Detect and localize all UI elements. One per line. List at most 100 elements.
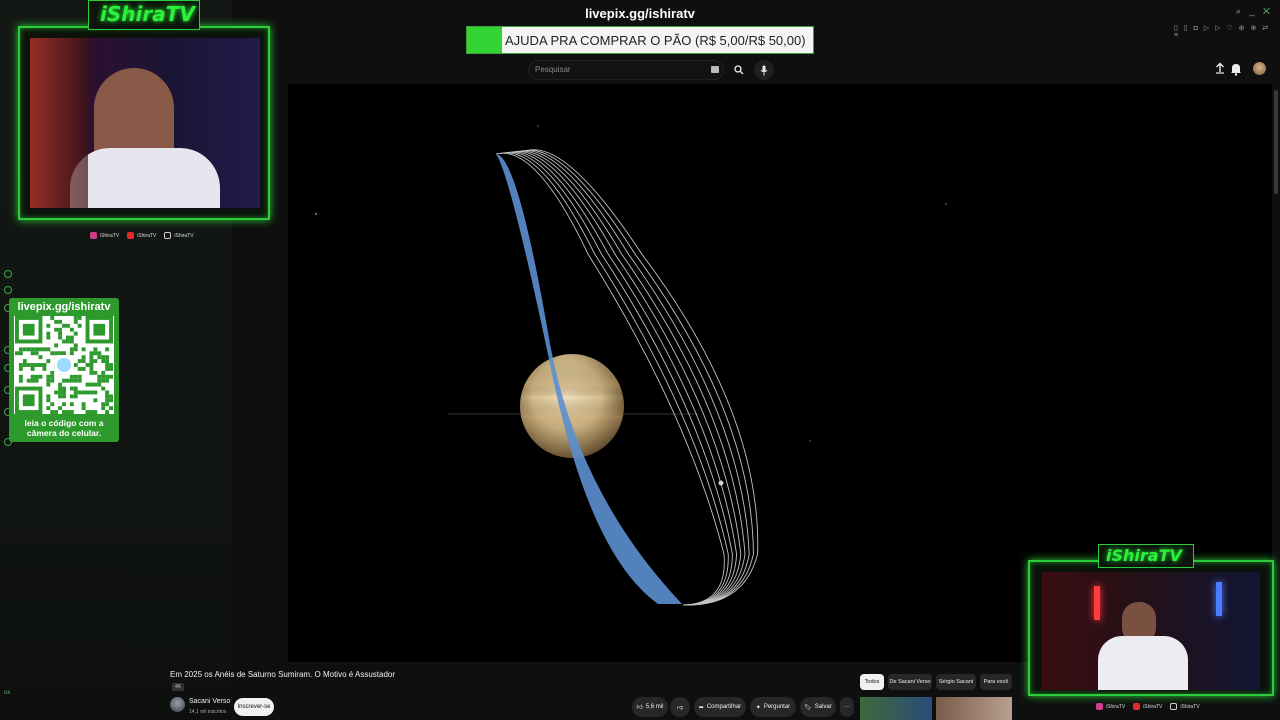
- donation-goal-bar: AJUDA PRA COMPRAR O PÃO (R$ 5,00/R$ 50,0…: [466, 26, 814, 54]
- subscribe-button[interactable]: Inscrever-se: [234, 698, 274, 716]
- notifications-icon[interactable]: [1230, 62, 1246, 78]
- qr-module: [50, 410, 55, 414]
- qr-module: [105, 374, 110, 379]
- subscriber-count: 14,1 mil inscritos: [189, 709, 227, 715]
- qr-module: [34, 347, 39, 352]
- qr-module: [77, 359, 82, 364]
- qr-module: [54, 327, 59, 332]
- donation-goal-text: AJUDA PRA COMPRAR O PÃO (R$ 5,00/R$ 50,0…: [505, 33, 806, 48]
- qr-module: [30, 378, 35, 383]
- account-avatar[interactable]: [1253, 62, 1266, 75]
- rail-icon[interactable]: [4, 270, 12, 278]
- social-label: iShiraTV: [1106, 703, 1126, 710]
- qr-module: [58, 382, 63, 387]
- channel-name[interactable]: Sacani Verso: [189, 698, 230, 705]
- qr-module: [54, 410, 59, 414]
- social-label: iShiraTV: [1143, 703, 1163, 710]
- qr-module: [50, 351, 55, 356]
- star: [945, 203, 947, 205]
- qr-module: [46, 323, 51, 328]
- search-input[interactable]: Pesquisar: [528, 60, 724, 80]
- social-label: iShiraTV: [174, 232, 194, 239]
- sparkle-icon: ✦: [755, 704, 761, 711]
- recommended-thumbnail[interactable]: [860, 697, 932, 720]
- save-button[interactable]: 🔖︎ Salvar: [800, 697, 836, 717]
- qr-module: [42, 363, 47, 367]
- recommended-thumbnail[interactable]: [936, 697, 1012, 720]
- share-button[interactable]: ➦ Compartilhar: [694, 697, 746, 717]
- qr-module: [77, 316, 82, 320]
- social-youtube: iShiraTV: [1133, 703, 1162, 710]
- search-button[interactable]: [730, 60, 748, 80]
- qr-module: [18, 363, 23, 367]
- qr-module: [73, 374, 78, 379]
- qr-module: [62, 402, 66, 407]
- qr-module: [62, 390, 66, 395]
- qr-module: [62, 323, 66, 328]
- voice-search-button[interactable]: [754, 60, 774, 80]
- keyboard-icon[interactable]: [711, 66, 719, 73]
- upload-icon[interactable]: [1212, 62, 1228, 78]
- window-controls[interactable]: ⌕ _ ✕: [1236, 6, 1273, 17]
- qr-module: [69, 347, 74, 352]
- qr-module: [93, 398, 98, 403]
- qr-module: [15, 351, 19, 356]
- bookmark-icon: 🔖︎: [804, 704, 812, 711]
- streamer-shirt: [70, 148, 220, 208]
- qr-module: [58, 390, 63, 395]
- qr-caption-line: câmera do celular.: [26, 428, 102, 438]
- browser-toolbar-icons[interactable]: ▯ ▯ ◘ ▷ ▷ ♡ ⊕ ⊕ ⇄ ≡: [1174, 24, 1280, 39]
- qr-module: [69, 374, 74, 379]
- like-button[interactable]: 👍︎ 5,6 mil: [632, 697, 668, 717]
- chip-sergio-sacani[interactable]: Sérgio Sacani: [936, 674, 976, 690]
- qr-module: [93, 390, 98, 395]
- qr-module: [109, 374, 113, 379]
- screen: ox Pesquisar ▯ ▯ ◘ ▷ ▷ ♡ ⊕ ⊕ ⇄ ≡ ⌕ _ ✕ l…: [0, 0, 1280, 720]
- qr-module: [69, 351, 74, 356]
- qr-center-logo: [56, 357, 72, 373]
- microphone-icon: [760, 65, 768, 75]
- rail-icon[interactable]: [4, 286, 12, 294]
- qr-module: [30, 347, 35, 352]
- ask-button[interactable]: ✦ Perguntar: [750, 697, 796, 717]
- chip-from-channel[interactable]: De Sacani Verso: [888, 674, 932, 690]
- qr-module: [34, 363, 39, 367]
- qr-module: [73, 331, 78, 336]
- qr-module: [65, 378, 70, 383]
- thumbs-down-icon: 👎︎: [676, 705, 684, 711]
- channel-avatar[interactable]: [170, 697, 185, 712]
- share-icon: ➦: [698, 704, 704, 711]
- qr-module: [46, 335, 51, 340]
- qr-module: [73, 319, 78, 324]
- qr-module: [69, 335, 74, 340]
- chip-for-you[interactable]: Para você: [980, 674, 1012, 690]
- qr-module: [81, 402, 86, 407]
- qr-module: [105, 394, 110, 399]
- qr-caption: leia o código com a câmera do celular.: [11, 418, 117, 438]
- qr-module: [62, 339, 66, 344]
- qr-module: [101, 359, 106, 364]
- scrollbar[interactable]: [1274, 90, 1278, 194]
- qr-module: [73, 390, 78, 395]
- more-icon: ···: [844, 704, 850, 710]
- qr-module: [58, 319, 63, 324]
- social-label: iShiraTV: [100, 232, 120, 239]
- qr-module: [18, 366, 23, 371]
- qr-module: [22, 363, 27, 367]
- chip-all[interactable]: Todos: [860, 674, 884, 690]
- qr-module: [85, 363, 90, 367]
- qr-module: [69, 386, 74, 391]
- more-actions-button[interactable]: ···: [840, 697, 854, 717]
- ask-label: Perguntar: [763, 704, 791, 710]
- small-webcam-socials: iShiraTV iShiraTV iShiraTV: [1096, 703, 1200, 710]
- social-instagram: iShiraTV: [1096, 703, 1125, 710]
- qr-module: [77, 366, 82, 371]
- qr-module: [101, 378, 106, 383]
- dislike-button[interactable]: 👎︎: [670, 697, 690, 717]
- qr-module: [105, 347, 110, 352]
- qr-module: [58, 394, 63, 399]
- qr-module: [73, 347, 78, 352]
- red-chair: [30, 38, 88, 208]
- qr-module: [46, 382, 51, 387]
- qr-module: [73, 378, 78, 383]
